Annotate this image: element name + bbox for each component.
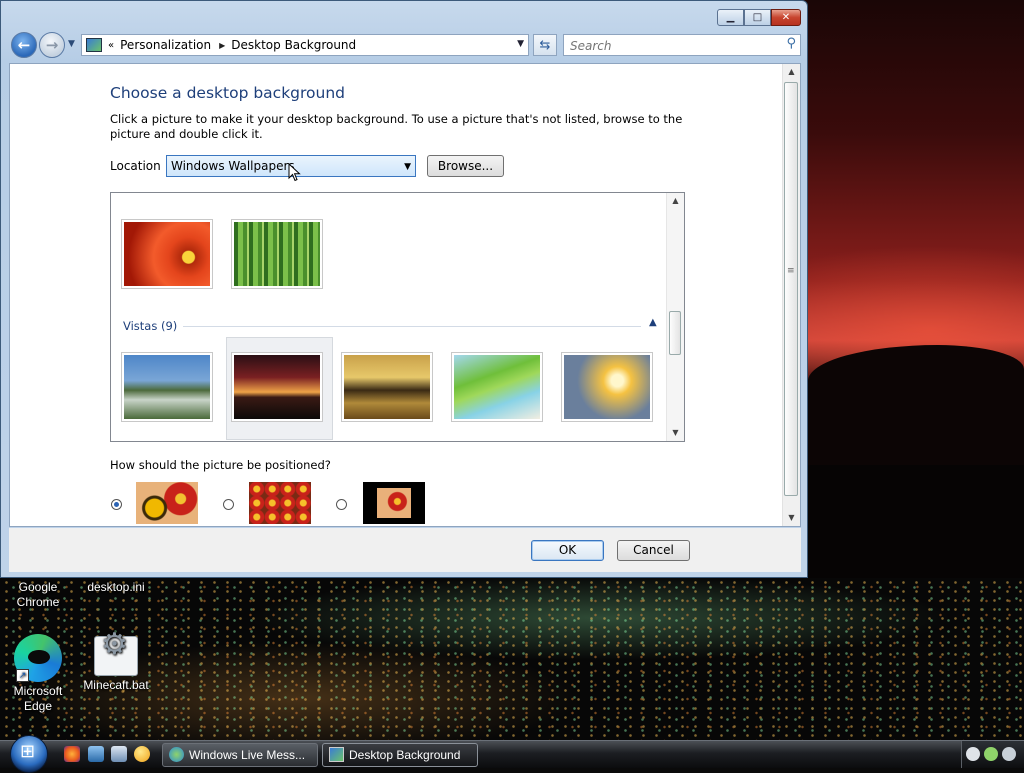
location-label: Location xyxy=(110,159,161,173)
control-panel-icon xyxy=(329,747,344,762)
edge-icon: ↗ xyxy=(14,634,62,682)
back-button[interactable]: ← xyxy=(11,32,37,58)
position-tile-preview[interactable] xyxy=(249,482,311,524)
content-scroll-thumb[interactable] xyxy=(784,82,798,496)
taskbar: Windows Live Mess... Desktop Background xyxy=(0,735,1024,773)
wallpaper-gallery: Vistas (9) ▲ ▲ ▼ xyxy=(110,192,685,442)
desktop-icon-minecaft-bat[interactable]: Minecaft.bat xyxy=(78,636,154,693)
desktop-icon-microsoft-edge[interactable]: ↗ Microsoft Edge xyxy=(0,634,76,714)
breadcrumb-personalization[interactable]: Personalization xyxy=(120,38,211,52)
mouse-cursor-icon xyxy=(288,163,301,182)
taskbar-item-desktop-background[interactable]: Desktop Background xyxy=(322,743,478,767)
page-description: Click a picture to make it your desktop … xyxy=(110,112,683,141)
content-pane: Choose a desktop background Click a pict… xyxy=(9,63,801,527)
minimize-button[interactable]: ▁ xyxy=(717,9,744,26)
cancel-button[interactable]: Cancel xyxy=(617,540,690,561)
taskbar-item-windows-live-messenger[interactable]: Windows Live Mess... xyxy=(162,743,318,767)
breadcrumb-overflow-icon[interactable]: « xyxy=(108,40,114,51)
gallery-scroll-thumb[interactable] xyxy=(669,311,681,355)
position-center-radio[interactable] xyxy=(336,499,347,510)
wallpaper-thumbnail-vista-4[interactable] xyxy=(451,352,543,422)
switch-windows-icon[interactable] xyxy=(111,746,127,762)
scroll-down-icon[interactable]: ▼ xyxy=(667,425,684,441)
search-icon[interactable]: ⚲ xyxy=(786,36,796,51)
gallery-scrollbar[interactable]: ▲ ▼ xyxy=(666,193,684,441)
search-box[interactable]: ⚲ xyxy=(563,34,801,56)
position-fill-radio[interactable] xyxy=(111,499,122,510)
back-arrow-icon: ← xyxy=(17,36,31,54)
caption-buttons: ▁ □ ✕ xyxy=(717,9,801,26)
group-header-vistas: Vistas (9) xyxy=(123,319,178,333)
desktop-icon-label: Google Chrome xyxy=(16,580,60,609)
location-selected-value: Windows Wallpapers xyxy=(171,159,295,173)
position-tile-radio[interactable] xyxy=(223,499,234,510)
dialog-footer: OK Cancel xyxy=(9,528,801,572)
system-tray xyxy=(961,741,1024,768)
address-dropdown-icon[interactable]: ▼ xyxy=(517,39,524,49)
browse-button[interactable]: Browse... xyxy=(427,155,504,177)
wallpaper-thumbnail-vista-2[interactable] xyxy=(231,352,323,422)
volume-icon[interactable] xyxy=(1002,747,1016,761)
messenger-emoticon-icon[interactable] xyxy=(134,746,150,762)
refresh-icon: ⇆ xyxy=(539,37,551,53)
search-input[interactable] xyxy=(568,36,772,56)
control-panel-icon xyxy=(86,38,102,52)
start-button[interactable] xyxy=(10,735,48,773)
messenger-icon xyxy=(169,747,184,762)
scroll-up-icon[interactable]: ▲ xyxy=(667,193,684,209)
address-bar[interactable]: « Personalization ▶ Desktop Background ▼ xyxy=(81,34,529,56)
position-fill-preview[interactable] xyxy=(136,482,198,524)
scroll-down-icon[interactable]: ▼ xyxy=(783,510,800,526)
page-title: Choose a desktop background xyxy=(110,84,346,102)
desktop-icon-label: Minecaft.bat xyxy=(83,678,149,692)
wallpaper-thumbnail-vista-5[interactable] xyxy=(561,352,653,422)
taskbar-item-label: Windows Live Mess... xyxy=(189,748,306,762)
show-desktop-icon[interactable] xyxy=(88,746,104,762)
network-icon[interactable] xyxy=(984,747,998,761)
navigation-bar: ← → ▼ « Personalization ▶ Desktop Backgr… xyxy=(11,31,803,61)
wallpaper-thumbnail-vista-1[interactable] xyxy=(121,352,213,422)
content-scrollbar[interactable]: ▲ ≡ ▼ xyxy=(782,64,800,526)
ok-button[interactable]: OK xyxy=(531,540,604,561)
tray-status-icon[interactable] xyxy=(966,747,980,761)
maximize-button[interactable]: □ xyxy=(744,9,771,26)
breadcrumb-desktop-background[interactable]: Desktop Background xyxy=(231,38,356,52)
batch-file-icon xyxy=(94,636,138,676)
shortcut-arrow-icon: ↗ xyxy=(16,669,29,682)
taskbar-item-label: Desktop Background xyxy=(349,748,461,762)
scroll-grip-icon: ≡ xyxy=(787,266,795,276)
position-question: How should the picture be positioned? xyxy=(110,458,331,472)
desktop-icon-label: desktop.ini xyxy=(87,580,145,594)
collapse-group-icon[interactable]: ▲ xyxy=(649,317,657,328)
desktop-icon-label: Microsoft Edge xyxy=(13,684,63,713)
forward-arrow-icon: → xyxy=(45,36,59,54)
forward-button[interactable]: → xyxy=(39,32,65,58)
desktop-icon-desktop-ini[interactable]: desktop.ini xyxy=(78,580,154,595)
close-button[interactable]: ✕ xyxy=(771,9,801,26)
firefox-icon[interactable] xyxy=(64,746,80,762)
position-center-preview[interactable] xyxy=(363,482,425,524)
wallpaper-thumbnail-flower[interactable] xyxy=(121,219,213,289)
breadcrumb-separator-icon[interactable]: ▶ xyxy=(219,41,225,50)
wallpaper-thumbnail-vista-3[interactable] xyxy=(341,352,433,422)
chevron-down-icon: ▼ xyxy=(404,162,411,172)
recent-pages-dropdown-icon[interactable]: ▼ xyxy=(68,39,75,49)
desktop-background-window: ▁ □ ✕ ← → ▼ « Personalization ▶ Desktop … xyxy=(0,0,808,578)
wallpaper-hill xyxy=(808,345,1024,465)
refresh-button[interactable]: ⇆ xyxy=(533,34,557,56)
wallpaper-thumbnail-bamboo[interactable] xyxy=(231,219,323,289)
group-divider xyxy=(183,326,641,327)
desktop-icon-google-chrome[interactable]: Google Chrome xyxy=(0,580,76,610)
scroll-up-icon[interactable]: ▲ xyxy=(783,64,800,80)
